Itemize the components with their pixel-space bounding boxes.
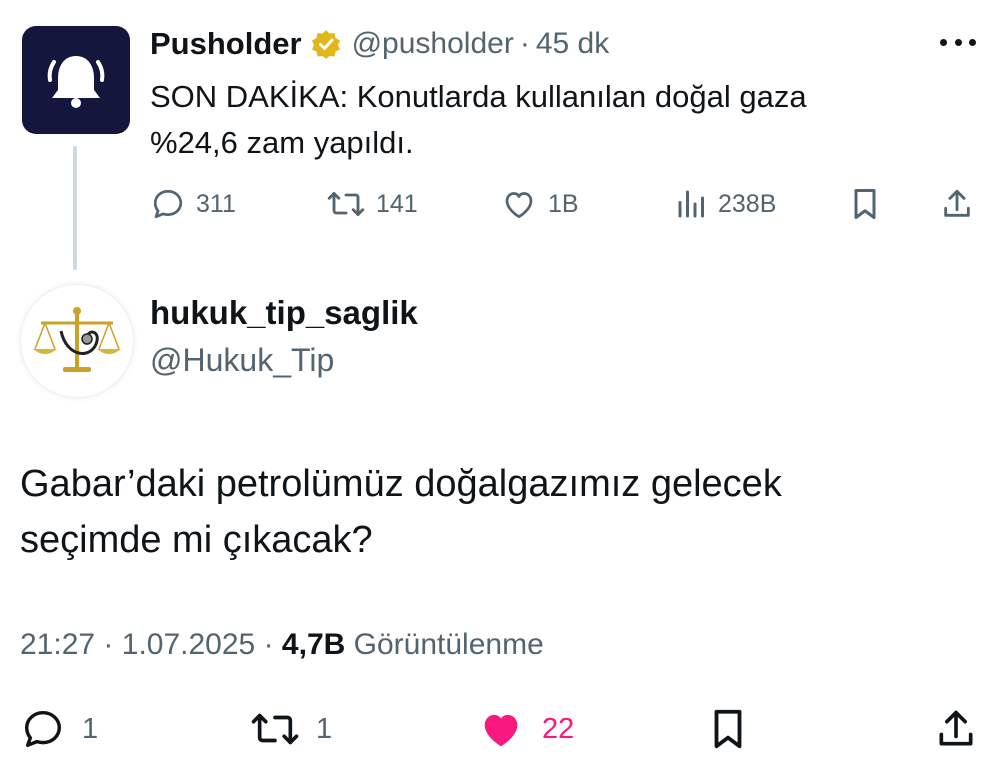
author-name[interactable]: Pusholder xyxy=(150,26,302,62)
bookmark-button[interactable] xyxy=(708,706,748,752)
reply-count: 1 xyxy=(82,712,99,745)
parent-retweet-button[interactable]: 141 xyxy=(326,186,418,222)
bookmark-icon xyxy=(714,709,742,749)
retweet-icon xyxy=(251,713,299,745)
thread-connector xyxy=(73,146,77,270)
share-button[interactable] xyxy=(934,706,978,752)
tweet-time[interactable]: 21:27 xyxy=(20,628,95,661)
separator-dot: · xyxy=(519,27,530,60)
heart-filled-icon xyxy=(484,714,518,747)
reply-text-line-2: seçimde mi çıkacak? xyxy=(20,519,373,561)
parent-reply-button[interactable]: 311 xyxy=(150,186,236,222)
parent-text-line-2: %24,6 zam yapıldı. xyxy=(150,125,414,160)
reply-count: 311 xyxy=(196,189,236,218)
retweet-icon xyxy=(327,192,365,216)
verified-badge-icon[interactable] xyxy=(310,28,342,60)
scales-stethoscope-icon xyxy=(33,307,121,372)
views-count[interactable]: 4,7B xyxy=(282,628,345,661)
parent-text-line-1: SON DAKİKA: Konutlarda kullanılan doğal … xyxy=(150,79,807,114)
separator-dot: · xyxy=(103,628,114,661)
parent-tweet-header: Pusholder @pusholder · 45 dk xyxy=(150,24,609,64)
views-chart-icon xyxy=(678,190,704,218)
reply-icon xyxy=(153,189,183,219)
tweet-meta: 21:27 · 1.07.2025 · 4,7B Görüntülenme xyxy=(20,628,544,662)
parent-tweet-text: SON DAKİKA: Konutlarda kullanılan doğal … xyxy=(150,74,950,166)
separator-dot: · xyxy=(263,628,274,661)
bookmark-icon xyxy=(854,189,876,219)
reply-tweet-text: Gabar’daki petrolümüz doğalgazımız gelec… xyxy=(20,456,960,568)
retweet-button[interactable]: 1 xyxy=(250,706,332,752)
share-icon xyxy=(939,710,973,746)
reply-icon xyxy=(24,710,62,748)
pusholder-avatar[interactable] xyxy=(22,26,130,134)
reply-author-handle[interactable]: @Hukuk_Tip xyxy=(150,342,334,379)
retweet-count: 141 xyxy=(376,189,418,218)
reply-button[interactable]: 1 xyxy=(20,706,98,752)
tweet-date[interactable]: 1.07.2025 xyxy=(122,628,255,661)
views-label: Görüntülenme xyxy=(353,628,544,661)
reply-text-line-1: Gabar’daki petrolümüz doğalgazımız gelec… xyxy=(20,463,782,505)
parent-like-button[interactable]: 1B xyxy=(500,186,579,222)
retweet-count: 1 xyxy=(316,712,333,745)
like-count: 22 xyxy=(542,712,575,745)
author-handle[interactable]: @pusholder xyxy=(352,27,514,61)
views-count: 238B xyxy=(718,189,777,218)
share-icon xyxy=(944,189,970,217)
bell-icon xyxy=(47,56,105,108)
hukuk-tip-avatar[interactable] xyxy=(20,284,134,398)
parent-views-button[interactable]: 238B xyxy=(676,186,776,222)
heart-icon xyxy=(505,192,533,219)
like-count: 1B xyxy=(548,189,579,218)
tweet-time[interactable]: 45 dk xyxy=(536,27,609,61)
like-button[interactable]: 22 xyxy=(476,706,574,752)
reply-author-name[interactable]: hukuk_tip_saglik xyxy=(150,294,418,332)
parent-bookmark-button[interactable] xyxy=(850,186,880,222)
parent-share-button[interactable] xyxy=(940,186,974,222)
more-options-icon[interactable] xyxy=(940,30,976,54)
